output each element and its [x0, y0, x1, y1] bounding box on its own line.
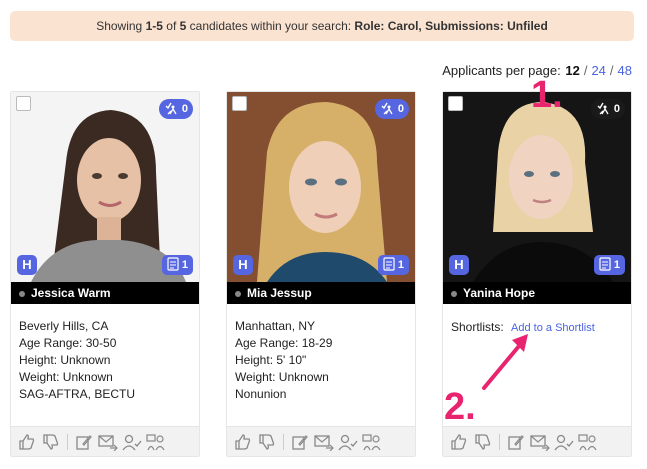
detail-union: Nonunion — [235, 387, 287, 401]
per-page-separator: / — [583, 63, 588, 78]
submissions-count: 0 — [397, 103, 404, 115]
detail-union: SAG-AFTRA, BECTU — [19, 387, 136, 401]
candidate-details: Beverly Hills, CA Age Range: 30-50 Heigh… — [19, 318, 135, 403]
thumbs-up-icon[interactable] — [449, 432, 469, 452]
thumbs-up-icon[interactable] — [233, 432, 253, 452]
annotation-arrow-icon — [482, 334, 528, 390]
banner-prefix: Showing — [96, 19, 143, 33]
annotation-step-1: 1. — [531, 74, 563, 116]
candidate-name-bar[interactable]: Mia Jessup — [227, 282, 415, 304]
documents-count: 1 — [181, 259, 188, 271]
detail-age-range: Age Range: 18-29 — [235, 336, 333, 350]
detail-height: Height: Unknown — [19, 353, 111, 367]
user-check-icon[interactable] — [554, 432, 574, 452]
submissions-count: 0 — [181, 103, 188, 115]
per-page-option-12[interactable]: 12 — [565, 63, 579, 78]
edit-icon[interactable] — [506, 432, 526, 452]
submissions-badge[interactable]: 0 — [374, 99, 409, 119]
user-check-icon[interactable] — [122, 432, 142, 452]
select-checkbox[interactable] — [448, 96, 463, 111]
banner-of: of — [166, 19, 177, 33]
documents-count: 1 — [397, 259, 404, 271]
candidate-card[interactable]: 0 H 1 Jessica Warm Beverly Hills, CA Age… — [10, 91, 200, 457]
candidate-name-bar[interactable]: Yanina Hope — [443, 282, 631, 304]
detail-age-range: Age Range: 30-50 — [19, 336, 117, 350]
results-banner: Showing 1-5 of 5 candidates within your … — [10, 11, 634, 41]
email-forward-icon[interactable] — [530, 432, 550, 452]
banner-role: Role: Carol, — [354, 19, 422, 33]
candidate-name[interactable]: Mia Jessup — [247, 286, 312, 300]
submissions-icon — [380, 101, 394, 118]
email-forward-icon[interactable] — [98, 432, 118, 452]
document-icon — [383, 256, 395, 274]
document-icon — [599, 256, 611, 274]
card-actions — [11, 426, 199, 456]
detail-weight: Weight: Unknown — [235, 370, 329, 384]
h-logo-icon: H — [17, 255, 37, 275]
select-checkbox[interactable] — [16, 96, 31, 111]
thumbs-down-icon[interactable] — [257, 432, 277, 452]
detail-height: Height: 5' 10" — [235, 353, 307, 367]
submissions-icon — [164, 101, 178, 118]
submissions-badge[interactable]: 0 — [158, 99, 193, 119]
candidate-card[interactable]: 0 H 1 Mia Jessup Manhattan, NY Age Range… — [226, 91, 416, 457]
divider — [67, 433, 68, 450]
card-actions — [443, 426, 631, 456]
h-logo-icon: H — [233, 255, 253, 275]
submissions-count: 0 — [613, 103, 620, 115]
candidate-name-bar[interactable]: Jessica Warm — [11, 282, 199, 304]
banner-range: 1-5 — [145, 19, 163, 33]
banner-total: 5 — [179, 19, 187, 33]
thumbs-down-icon[interactable] — [473, 432, 493, 452]
thumbs-up-icon[interactable] — [17, 432, 37, 452]
candidate-name[interactable]: Yanina Hope — [463, 286, 535, 300]
submissions-badge[interactable]: 0 — [590, 99, 625, 119]
documents-badge[interactable]: 1 — [161, 255, 193, 275]
group-icon[interactable] — [578, 432, 598, 452]
headshot-photo[interactable]: 0 H 1 — [227, 92, 415, 282]
documents-count: 1 — [613, 259, 620, 271]
detail-location: Beverly Hills, CA — [19, 319, 109, 333]
status-dot — [451, 290, 457, 297]
user-check-icon[interactable] — [338, 432, 358, 452]
status-dot — [235, 290, 241, 297]
h-logo-icon: H — [449, 255, 469, 275]
detail-location: Manhattan, NY — [235, 319, 316, 333]
per-page-separator: / — [609, 63, 614, 78]
edit-icon[interactable] — [290, 432, 310, 452]
annotation-step-2: 2. — [444, 386, 476, 428]
submissions-icon — [596, 101, 610, 118]
banner-submissions: Submissions: Unfiled — [425, 19, 548, 33]
card-actions — [227, 426, 415, 456]
status-dot — [19, 290, 25, 297]
divider — [283, 433, 284, 450]
candidate-name[interactable]: Jessica Warm — [31, 286, 111, 300]
documents-badge[interactable]: 1 — [377, 255, 409, 275]
headshot-photo[interactable]: 0 H 1 — [443, 92, 631, 282]
select-checkbox[interactable] — [232, 96, 247, 111]
per-page-option-48[interactable]: 48 — [618, 63, 632, 78]
detail-weight: Weight: Unknown — [19, 370, 113, 384]
headshot-photo[interactable]: 0 H 1 — [11, 92, 199, 282]
banner-suffix: candidates within your search: — [189, 19, 352, 33]
thumbs-down-icon[interactable] — [41, 432, 61, 452]
documents-badge[interactable]: 1 — [593, 255, 625, 275]
group-icon[interactable] — [146, 432, 166, 452]
candidate-details: Manhattan, NY Age Range: 18-29 Height: 5… — [235, 318, 332, 403]
email-forward-icon[interactable] — [314, 432, 334, 452]
edit-icon[interactable] — [74, 432, 94, 452]
divider — [499, 433, 500, 450]
group-icon[interactable] — [362, 432, 382, 452]
per-page-option-24[interactable]: 24 — [591, 63, 605, 78]
document-icon — [167, 256, 179, 274]
